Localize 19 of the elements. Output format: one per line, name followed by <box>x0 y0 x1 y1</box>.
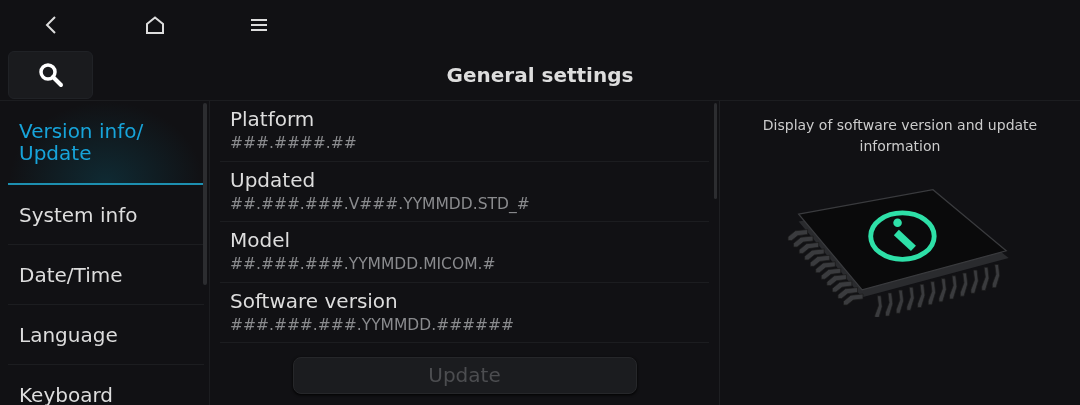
info-value: ###.###.###.YYMMDD.###### <box>230 314 516 336</box>
search-icon <box>37 62 64 88</box>
info-label: Model <box>230 228 292 254</box>
description-text: Display of software version and update information <box>761 116 1039 156</box>
info-value: ##.###.###.V###.YYMMDD.STD_# <box>230 193 531 215</box>
menu-item[interactable]: Keyboard <box>8 365 204 405</box>
info-value: ###.####.## <box>230 133 358 155</box>
info-label: Platform <box>230 107 316 133</box>
search-button[interactable] <box>8 51 93 99</box>
menu-item[interactable]: Language <box>8 305 204 365</box>
info-value: ##.###.###.YYMMDD.MICOM.# <box>230 254 497 276</box>
home-icon <box>145 16 165 34</box>
info-label: Software version <box>230 288 399 314</box>
menu-item[interactable]: System info <box>8 185 204 245</box>
page-title: General settings <box>445 63 635 87</box>
info-label: Updated <box>230 167 317 193</box>
menu-item[interactable]: Date/Time <box>8 245 204 305</box>
menu-icon <box>250 18 268 32</box>
back-icon <box>45 15 57 35</box>
